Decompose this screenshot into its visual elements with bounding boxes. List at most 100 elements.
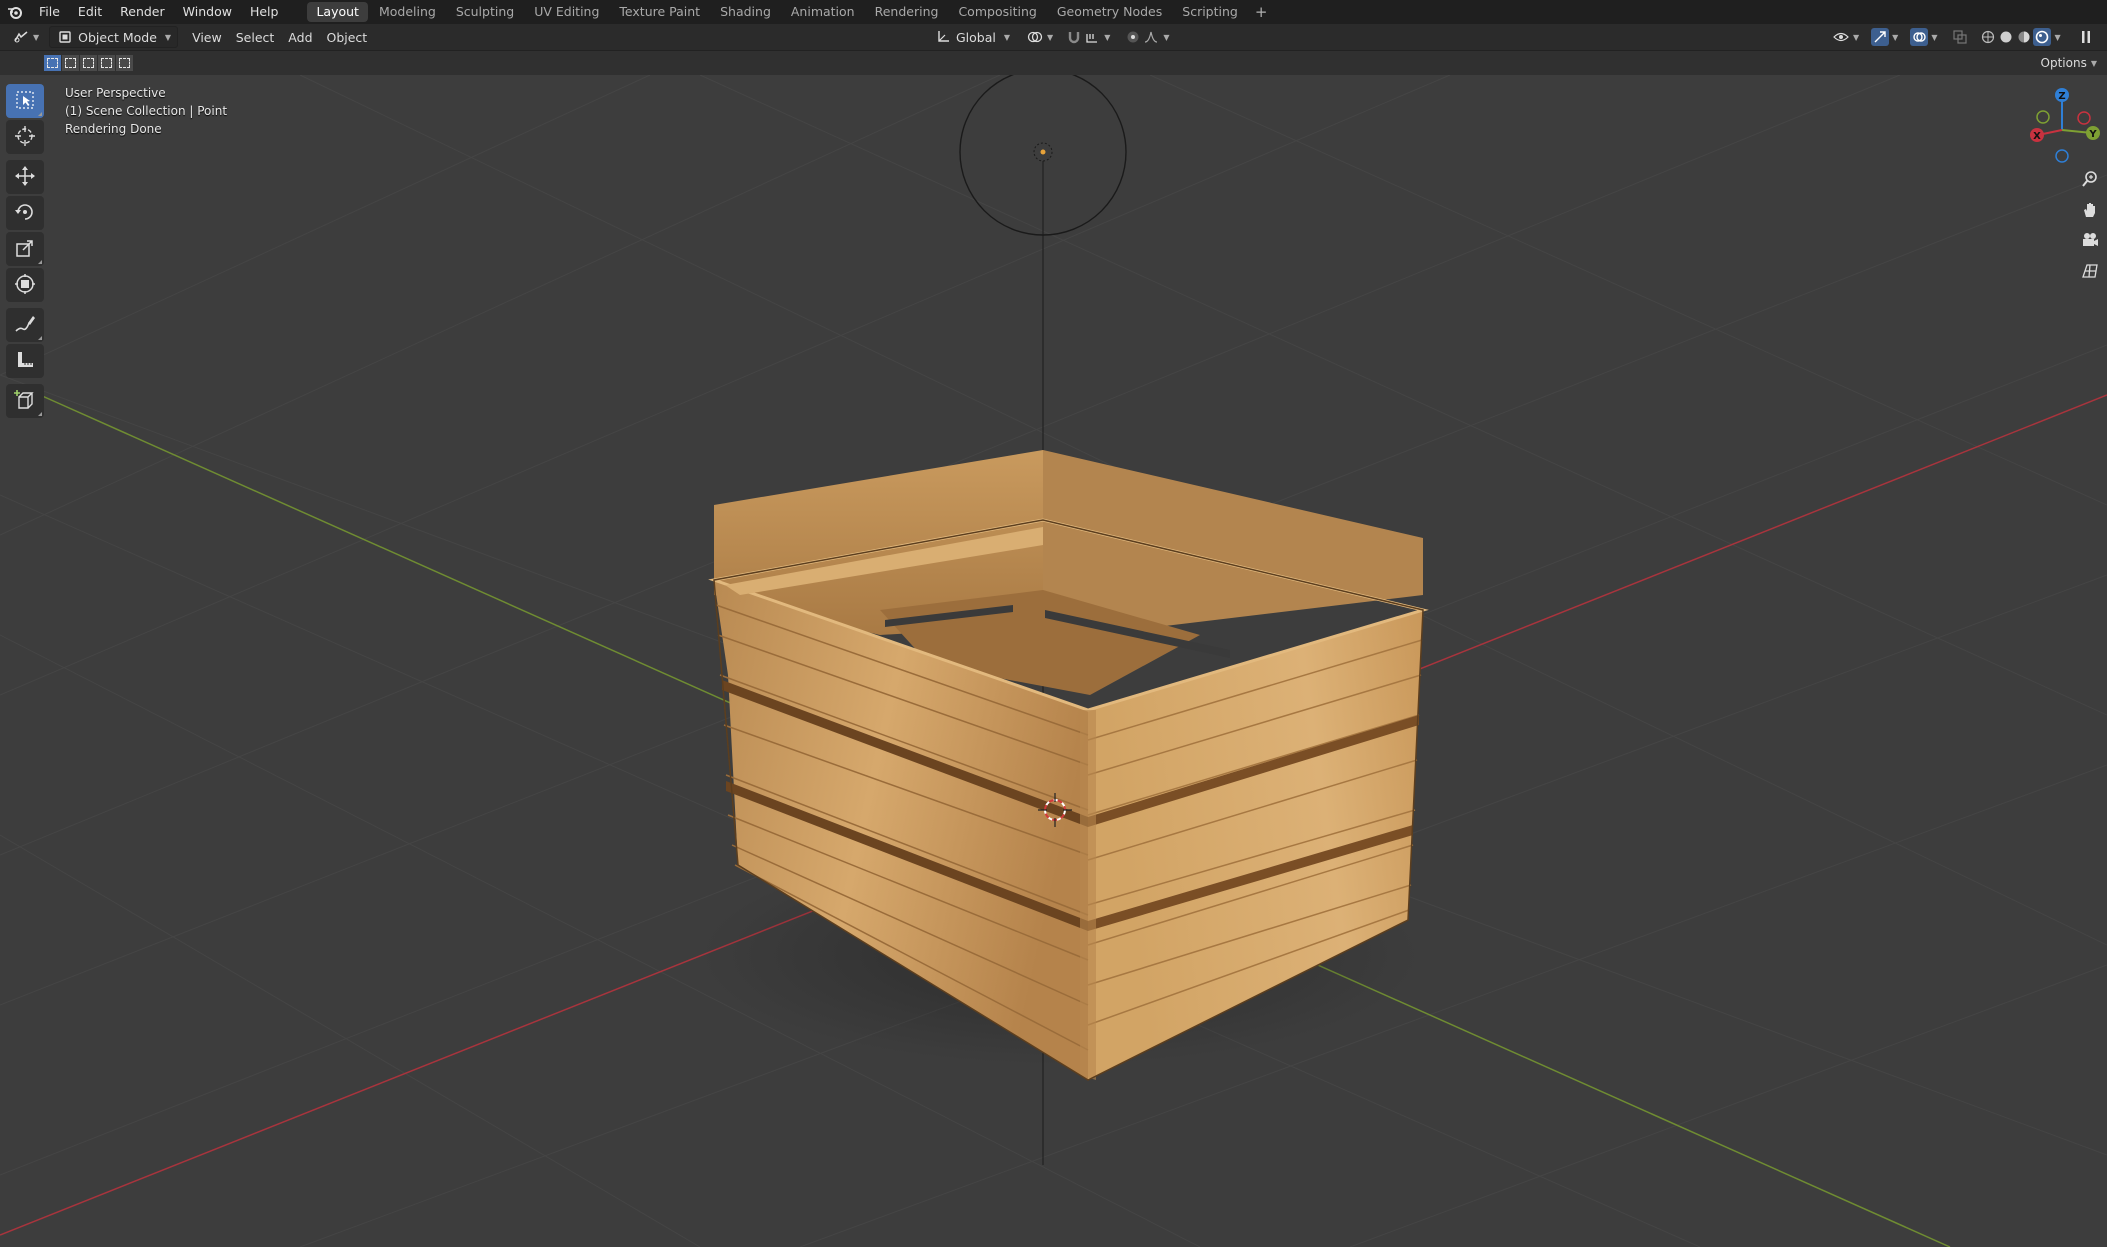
- falloff-curve-icon: [1142, 28, 1160, 46]
- wireframe-shading-icon[interactable]: [1979, 28, 1997, 46]
- add-cube-tool[interactable]: [6, 384, 44, 418]
- menu-help[interactable]: Help: [241, 0, 288, 24]
- tool-settings-bar: Options ▼: [0, 51, 2107, 75]
- editor-type-button[interactable]: ▼: [8, 27, 43, 47]
- overlays-toggle[interactable]: ▼: [1906, 27, 1941, 47]
- tool-submenu-marker: [38, 336, 42, 340]
- chevron-down-icon: ▼: [164, 32, 172, 42]
- select-box-tool[interactable]: [6, 84, 44, 118]
- options-dropdown[interactable]: Options ▼: [2035, 54, 2103, 72]
- tab-scripting[interactable]: Scripting: [1173, 2, 1247, 22]
- ortho-grid-icon: [2081, 261, 2099, 282]
- viewport-canvas[interactable]: [0, 75, 2107, 1247]
- view-name-label: User Perspective: [65, 86, 166, 100]
- select-box-icon: [15, 90, 35, 113]
- annotate-tool[interactable]: [6, 308, 44, 342]
- sidebar-toggle[interactable]: [2073, 27, 2099, 47]
- toolbar: [6, 84, 46, 420]
- tab-animation[interactable]: Animation: [782, 2, 864, 22]
- measure-icon: [15, 350, 35, 373]
- object-mode-icon: [56, 28, 74, 46]
- menu-select[interactable]: Select: [232, 27, 279, 47]
- transform-icon: [14, 273, 36, 298]
- editor-type-icon: [12, 28, 30, 46]
- proportional-edit-toggle[interactable]: ▼: [1120, 27, 1173, 47]
- scale-icon: [15, 238, 35, 261]
- pause-icon: [2077, 28, 2095, 46]
- tool-submenu-marker: [38, 412, 42, 416]
- menu-file[interactable]: File: [30, 0, 69, 24]
- 3d-viewport[interactable]: User Perspective (1) Scene Collection | …: [0, 75, 2107, 1247]
- tab-layout[interactable]: Layout: [307, 2, 368, 22]
- snap-toggle[interactable]: ▼: [1061, 27, 1114, 47]
- tab-sculpting[interactable]: Sculpting: [447, 2, 523, 22]
- selection-mode-buttons: [44, 55, 134, 71]
- tab-uv-editing[interactable]: UV Editing: [525, 2, 608, 22]
- xray-toggle[interactable]: [1947, 27, 1973, 47]
- mode-label: Object Mode: [78, 29, 157, 45]
- navigation-gizmo[interactable]: Z Y X: [2024, 80, 2106, 170]
- measure-tool[interactable]: [6, 344, 44, 378]
- blender-logo-icon[interactable]: [0, 0, 30, 24]
- annotate-icon: [14, 313, 36, 338]
- top-bar: File Edit Render Window Help Layout Mode…: [0, 0, 2107, 24]
- menu-object[interactable]: Object: [323, 27, 372, 47]
- chevron-down-icon: ▼: [33, 32, 40, 42]
- xray-icon: [1951, 28, 1969, 46]
- zoom-button[interactable]: [2076, 166, 2104, 194]
- viewport-info: User Perspective (1) Scene Collection | …: [65, 84, 227, 138]
- cursor-tool[interactable]: [6, 120, 44, 154]
- chevron-down-icon: ▼: [1003, 32, 1011, 42]
- camera-icon: [2081, 231, 2099, 252]
- wooden-crate[interactable]: [700, 450, 1429, 1081]
- menu-window[interactable]: Window: [174, 0, 241, 24]
- move-tool[interactable]: [6, 160, 44, 194]
- tab-compositing[interactable]: Compositing: [949, 2, 1045, 22]
- chevron-down-icon[interactable]: ▼: [2054, 33, 2060, 42]
- tab-modeling[interactable]: Modeling: [370, 2, 445, 22]
- viewport-header: ▼ Object Mode ▼ View Select Add Object G…: [0, 24, 2107, 51]
- pan-button[interactable]: [2076, 197, 2104, 225]
- chevron-down-icon: ▼: [1853, 32, 1860, 42]
- menu-add[interactable]: Add: [284, 27, 316, 47]
- gizmo-y-label: Y: [2088, 129, 2097, 140]
- collection-info-label: (1) Scene Collection | Point: [65, 104, 228, 118]
- magnet-icon: [1065, 28, 1083, 46]
- select-intersect-icon[interactable]: [116, 55, 133, 71]
- rotate-tool[interactable]: [6, 196, 44, 230]
- menu-edit[interactable]: Edit: [69, 0, 111, 24]
- ortho-toggle-button[interactable]: [2076, 257, 2104, 285]
- tab-shading[interactable]: Shading: [711, 2, 780, 22]
- gizmo-toggle[interactable]: ▼: [1867, 27, 1902, 47]
- selectability-visibility-button[interactable]: ▼: [1828, 27, 1863, 47]
- chevron-down-icon: ▼: [1047, 32, 1054, 42]
- material-preview-icon[interactable]: [2015, 28, 2033, 46]
- solid-shading-icon[interactable]: [1997, 28, 2015, 46]
- select-extend-icon[interactable]: [62, 55, 79, 71]
- add-workspace-button[interactable]: +: [1249, 0, 1274, 24]
- select-new-icon[interactable]: [44, 55, 61, 71]
- mode-selector[interactable]: Object Mode ▼: [49, 26, 179, 48]
- select-subtract-icon[interactable]: [80, 55, 97, 71]
- scale-tool[interactable]: [6, 232, 44, 266]
- zoom-icon: [2081, 170, 2099, 191]
- menu-render[interactable]: Render: [111, 0, 174, 24]
- orientation-selector[interactable]: Global ▼: [930, 27, 1014, 47]
- rendered-shading-icon[interactable]: [2033, 28, 2052, 46]
- camera-view-button[interactable]: [2076, 227, 2104, 255]
- select-invert-icon[interactable]: [98, 55, 115, 71]
- chevron-down-icon: ▼: [1104, 32, 1111, 42]
- pivot-point-button[interactable]: ▼: [1022, 27, 1057, 47]
- overlays-icon: [1910, 28, 1929, 46]
- snap-increment-icon: [1083, 28, 1101, 46]
- gizmo-x-label: X: [2033, 131, 2041, 142]
- shading-mode-group: ▼: [1975, 27, 2064, 47]
- menu-view[interactable]: View: [188, 27, 226, 47]
- rotate-icon: [14, 201, 36, 226]
- tab-rendering[interactable]: Rendering: [866, 2, 948, 22]
- tab-texture-paint[interactable]: Texture Paint: [610, 2, 709, 22]
- tab-geometry-nodes[interactable]: Geometry Nodes: [1048, 2, 1171, 22]
- transform-tool[interactable]: [6, 268, 44, 302]
- orientation-label: Global: [956, 29, 996, 45]
- proportional-edit-icon: [1124, 28, 1142, 46]
